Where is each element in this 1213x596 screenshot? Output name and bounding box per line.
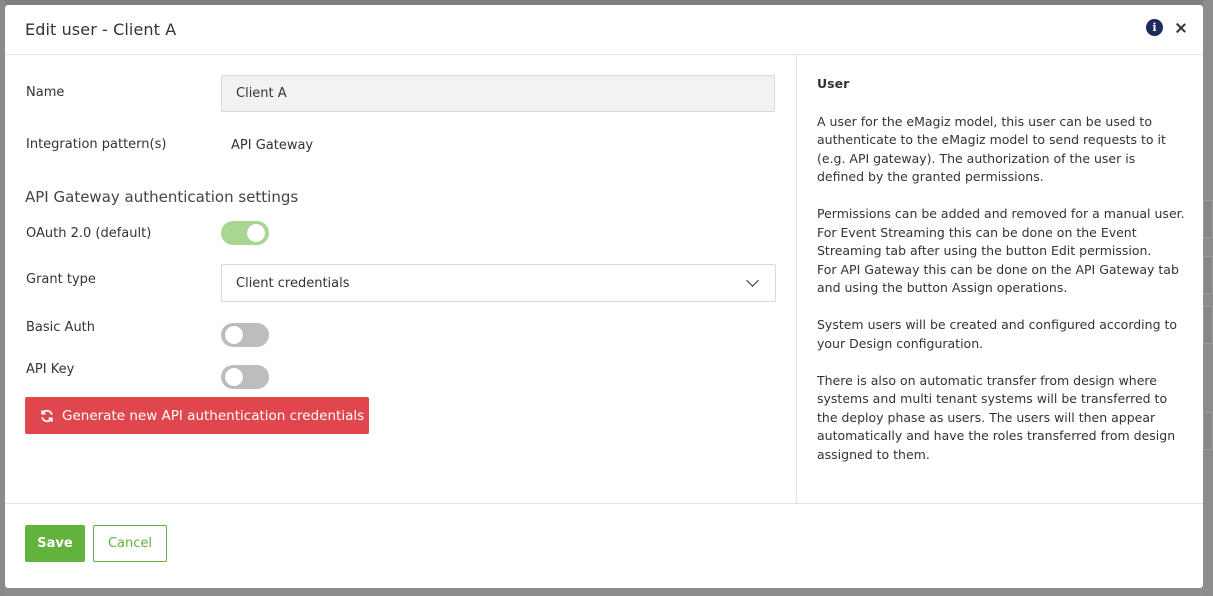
name-label: Name xyxy=(26,85,65,100)
modal-footer: Save Cancel xyxy=(5,504,1203,588)
edit-user-modal: Edit user - Client A i Name Integration … xyxy=(5,5,1203,588)
info-icon[interactable]: i xyxy=(1146,19,1163,36)
name-input[interactable] xyxy=(221,75,775,112)
section-title: API Gateway authentication settings xyxy=(25,188,299,206)
help-paragraph: Permissions can be added and removed for… xyxy=(817,205,1185,298)
help-paragraph: A user for the eMagiz model, this user c… xyxy=(817,113,1166,185)
help-paragraph: There is also on automatic transfer from… xyxy=(817,372,1176,462)
modal-header: Edit user - Client A i xyxy=(5,5,1203,55)
chevron-down-icon xyxy=(746,274,759,287)
help-pane: User A user for the eMagiz model, this u… xyxy=(797,55,1203,503)
toggle-knob xyxy=(225,368,243,386)
header-icons: i xyxy=(1146,19,1189,36)
oauth-toggle[interactable] xyxy=(221,221,269,245)
cancel-button[interactable]: Cancel xyxy=(93,525,167,562)
background-field xyxy=(1203,200,1213,238)
integration-pattern-value: API Gateway xyxy=(231,138,314,153)
background-table-header xyxy=(5,588,1203,596)
api-key-toggle[interactable] xyxy=(221,365,269,389)
refresh-icon xyxy=(41,409,53,422)
form-pane: Name Integration pattern(s) API Gateway … xyxy=(5,55,797,503)
help-line: Permissions can be added and removed for… xyxy=(817,206,1185,221)
background-field xyxy=(1203,412,1213,450)
help-line: For API Gateway this can be done on the … xyxy=(817,261,1179,296)
toggle-knob xyxy=(225,326,243,344)
help-title: User xyxy=(817,76,850,91)
background-field xyxy=(1203,256,1213,294)
generate-credentials-label: Generate new API authentication credenti… xyxy=(62,407,365,424)
close-icon[interactable] xyxy=(1173,20,1189,36)
grant-type-select[interactable]: Client credentials xyxy=(221,264,776,302)
toggle-knob xyxy=(247,224,265,242)
api-key-label: API Key xyxy=(26,362,75,377)
help-paragraph: System users will be created and configu… xyxy=(817,317,1178,351)
modal-body: Name Integration pattern(s) API Gateway … xyxy=(5,55,1203,504)
background-field xyxy=(1203,306,1213,344)
modal-title: Edit user - Client A xyxy=(25,20,177,39)
oauth-label: OAuth 2.0 (default) xyxy=(26,226,152,241)
basic-auth-toggle[interactable] xyxy=(221,323,269,347)
generate-credentials-button[interactable]: Generate new API authentication credenti… xyxy=(25,397,369,434)
basic-auth-label: Basic Auth xyxy=(26,320,96,335)
grant-type-value: Client credentials xyxy=(236,275,350,291)
background-app-right xyxy=(1203,0,1213,596)
grant-type-label: Grant type xyxy=(26,272,96,287)
save-button[interactable]: Save xyxy=(25,525,85,562)
help-line: For Event Streaming this can be done on … xyxy=(817,224,1152,259)
integration-pattern-label: Integration pattern(s) xyxy=(26,137,167,152)
